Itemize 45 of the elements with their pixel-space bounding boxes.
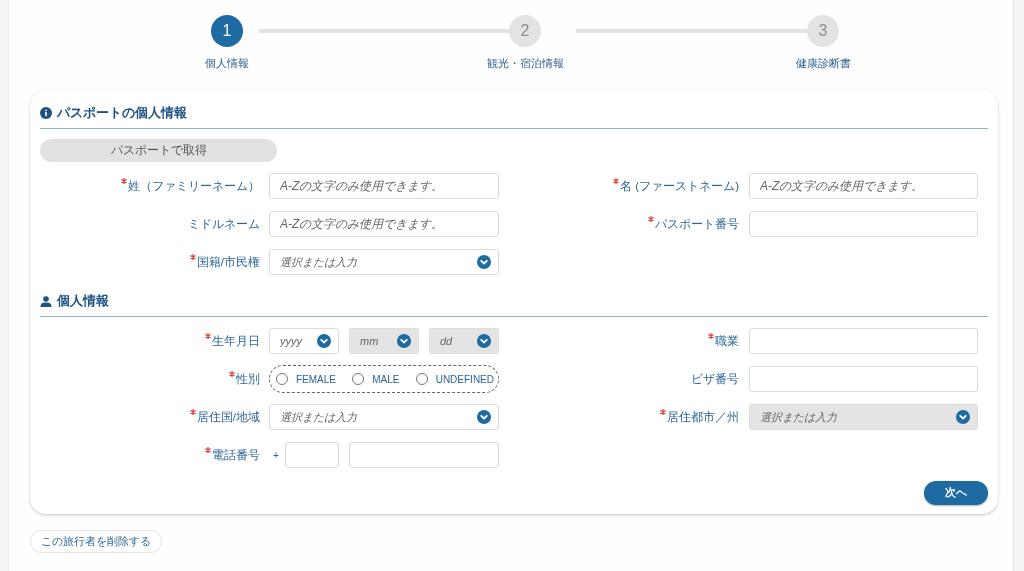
input-field[interactable] <box>749 366 978 392</box>
chevron-down-icon <box>477 255 491 269</box>
field-label: 性別 <box>236 372 260 386</box>
field-label: 電話番号 <box>212 448 260 462</box>
field-label: 生年月日 <box>212 334 260 348</box>
chevron-down-icon <box>477 334 491 348</box>
step-label: 観光・宿泊情報 <box>486 57 564 71</box>
chevron-down-icon <box>477 410 491 424</box>
field-label: 居住国/地域 <box>196 410 260 424</box>
step-number: 3 <box>807 15 839 47</box>
input-field[interactable]: A-Zの文字のみ使用できます。 <box>749 173 978 199</box>
select-field[interactable]: yyyy <box>269 328 339 354</box>
section-title: パスポートの個人情報 <box>57 104 187 122</box>
input-field[interactable] <box>285 442 339 468</box>
field-label: 姓（ファミリーネーム） <box>128 179 260 193</box>
radio-option[interactable]: UNDEFINED <box>415 373 494 385</box>
field-label: パスポート番号 <box>655 217 739 231</box>
input-field[interactable] <box>749 211 978 237</box>
input-field[interactable]: A-Zの文字のみ使用できます。 <box>269 211 499 237</box>
section-title: 個人情報 <box>57 292 109 310</box>
chevron-down-icon <box>956 410 970 424</box>
radio-option[interactable]: FEMALE <box>276 373 336 385</box>
step-number: 1 <box>211 15 243 47</box>
field-label: ミドルネーム <box>188 217 260 231</box>
person-icon <box>40 295 52 307</box>
select-field[interactable]: 選択または入力 <box>269 249 499 275</box>
radio-option[interactable]: MALE <box>352 373 400 385</box>
step-number: 2 <box>509 15 541 47</box>
field-label: 国籍/市民権 <box>196 255 260 269</box>
delete-traveler-button[interactable]: この旅行者を削除する <box>30 530 162 553</box>
input-field[interactable] <box>349 442 499 468</box>
input-field[interactable]: A-Zの文字のみ使用できます。 <box>269 173 499 199</box>
step-label: 健康診断書 <box>795 57 851 71</box>
field-label: 居住都市／州 <box>667 410 739 424</box>
field-label: ビザ番号 <box>691 372 739 386</box>
input-field[interactable] <box>749 328 978 354</box>
field-label: 職業 <box>715 334 739 348</box>
step-label: 個人情報 <box>205 57 249 71</box>
next-button[interactable]: 次へ <box>924 481 988 505</box>
info-icon <box>40 107 52 119</box>
phone-prefix: + <box>273 449 279 461</box>
field-label: 名 (ファーストネーム) <box>620 179 739 193</box>
select-field[interactable]: 選択または入力 <box>269 404 499 430</box>
chevron-down-icon <box>317 334 331 348</box>
chevron-down-icon <box>397 334 411 348</box>
